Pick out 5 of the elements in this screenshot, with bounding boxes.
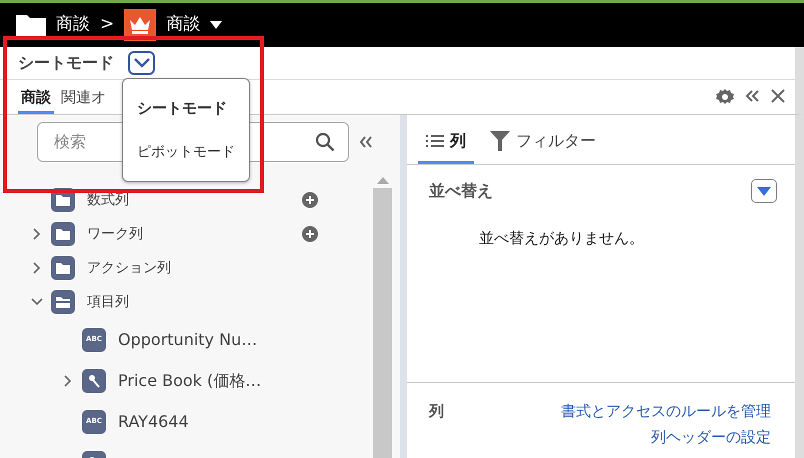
section-title: 列	[429, 401, 444, 422]
breadcrumb-separator: >	[100, 13, 114, 36]
mode-label: シートモード	[18, 52, 114, 74]
empty-message: 並べ替えがありません。	[478, 228, 645, 249]
section-title: 並べ替え	[429, 180, 493, 202]
